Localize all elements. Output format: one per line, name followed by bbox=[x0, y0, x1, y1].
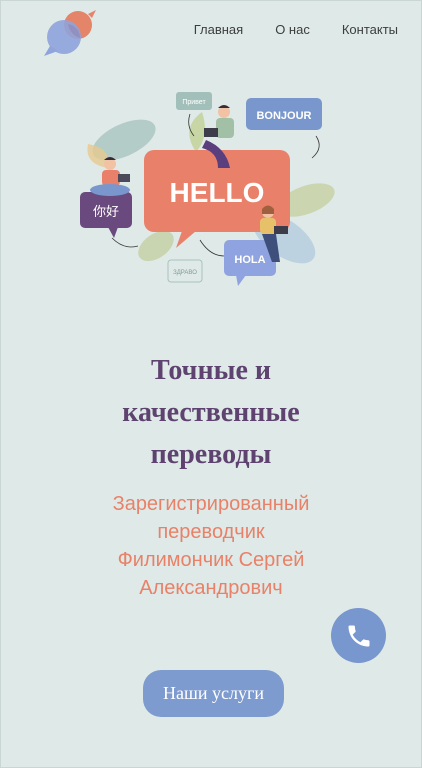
subtitle-line: переводчик bbox=[157, 521, 265, 543]
hero-illustration: HELLO BONJOUR Привет HOLA 你好 ЗДРАВО bbox=[80, 92, 335, 286]
title-line: Точные и bbox=[150, 355, 272, 386]
bonjour-bubble-text: BONJOUR bbox=[256, 110, 311, 122]
privet-bubble-text: Привет bbox=[182, 99, 206, 106]
arrow-shape bbox=[111, 237, 139, 248]
services-button[interactable]: Наши услуги bbox=[143, 670, 284, 717]
chinese-bubble-text: 你好 bbox=[93, 205, 119, 220]
phone-icon bbox=[348, 625, 369, 646]
title-line: качественные bbox=[122, 397, 300, 428]
nav-contacts-link[interactable]: Контакты bbox=[342, 22, 398, 37]
zdravo-bubble-text: ЗДРАВО bbox=[173, 270, 197, 276]
page-title: Точные и качественные переводы bbox=[0, 350, 422, 476]
subtitle-line: Филимончик Сергей bbox=[117, 549, 305, 571]
title-line: переводы bbox=[150, 439, 272, 470]
speech-bubbles-logo-icon bbox=[44, 10, 96, 56]
main-nav: Главная О нас Контакты bbox=[194, 22, 398, 37]
subtitle-line: Александрович bbox=[139, 577, 283, 599]
subtitle-line: Зарегистрированный bbox=[112, 493, 310, 515]
translator-name: Зарегистрированный переводчик Филимончик… bbox=[0, 490, 422, 602]
call-button[interactable] bbox=[331, 608, 386, 663]
nav-home-link[interactable]: Главная bbox=[194, 22, 243, 37]
nav-about-link[interactable]: О нас bbox=[275, 22, 310, 37]
logo[interactable] bbox=[42, 6, 98, 58]
hello-bubble-text: HELLO bbox=[170, 177, 265, 208]
arrow-shape bbox=[311, 135, 320, 159]
hola-bubble-text: HOLA bbox=[234, 254, 265, 266]
arrow-shape bbox=[199, 239, 225, 257]
